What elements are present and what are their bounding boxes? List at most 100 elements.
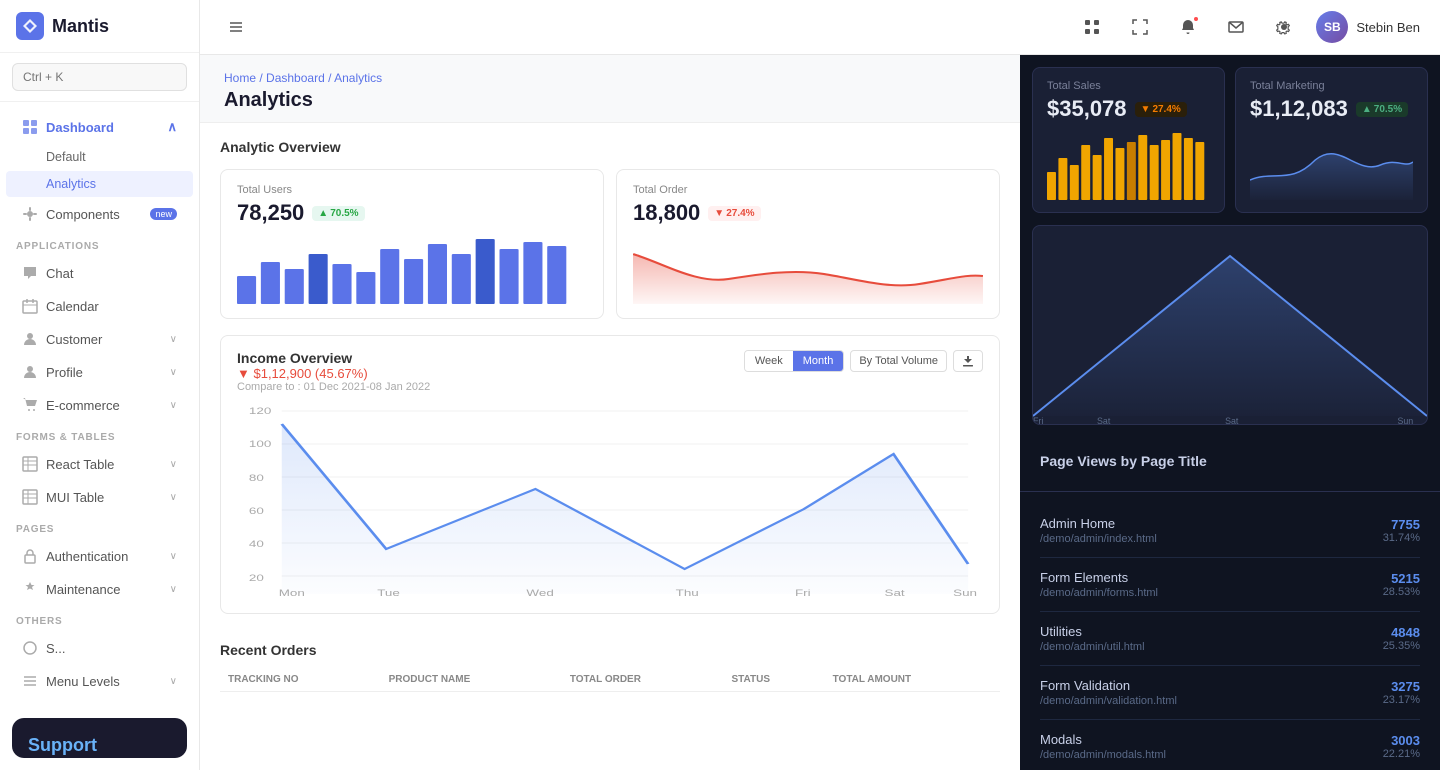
- page-view-info-1: Admin Home /demo/admin/index.html: [1040, 516, 1157, 545]
- hamburger-menu-button[interactable]: [220, 11, 252, 43]
- breadcrumb: Home / Dashboard / Analytics: [224, 71, 996, 85]
- section-label-others: Others: [0, 606, 199, 631]
- sidebar: Mantis Dashboard ∧ Default Analytics Com…: [0, 0, 200, 770]
- sidebar-item-menu-levels-label: Menu Levels: [46, 674, 120, 689]
- stat-label-order: Total Order: [633, 184, 983, 196]
- stat-label-users: Total Users: [237, 184, 587, 196]
- page-view-url-3: /demo/admin/util.html: [1040, 641, 1145, 653]
- sidebar-nav: Dashboard ∧ Default Analytics Components…: [0, 102, 199, 706]
- breadcrumb-dashboard[interactable]: Dashboard: [266, 71, 325, 85]
- page-view-name-4: Form Validation: [1040, 678, 1177, 693]
- page-view-url-5: /demo/admin/modals.html: [1040, 749, 1166, 761]
- topbar-left: [220, 11, 252, 43]
- page-view-pct-4: 23.17%: [1383, 694, 1420, 706]
- sidebar-item-profile-label: Profile: [46, 365, 83, 380]
- sidebar-item-dashboard[interactable]: Dashboard ∧: [6, 111, 193, 143]
- page-view-name-5: Modals: [1040, 732, 1166, 747]
- col-product: Product Name: [381, 668, 562, 692]
- month-button[interactable]: Month: [793, 351, 844, 371]
- page-view-pct-3: 25.35%: [1383, 640, 1420, 652]
- sidebar-item-menu-levels[interactable]: Menu Levels ∨: [6, 665, 193, 697]
- content-right: Total Sales $35,078 ▼ 27.4%: [1020, 55, 1440, 770]
- svg-text:120: 120: [249, 407, 271, 416]
- components-badge: new: [150, 208, 177, 220]
- sidebar-item-calendar[interactable]: Calendar: [6, 290, 193, 322]
- sidebar-item-mui-table[interactable]: MUI Table ∨: [6, 481, 193, 513]
- svg-text:60: 60: [249, 507, 264, 516]
- page-view-info-4: Form Validation /demo/admin/validation.h…: [1040, 678, 1177, 707]
- svg-text:80: 80: [249, 474, 264, 483]
- page-view-stats-3: 4848 25.35%: [1383, 625, 1420, 652]
- stat-card-total-order: Total Order 18,800 ▼ 27.4%: [616, 169, 1000, 319]
- sidebar-item-react-table[interactable]: React Table ∨: [6, 448, 193, 480]
- svg-text:20: 20: [249, 574, 264, 583]
- page-view-count-5: 3003: [1383, 733, 1420, 748]
- maintenance-chevron-icon: ∨: [170, 584, 177, 595]
- download-button[interactable]: [953, 350, 983, 372]
- analytic-overview-section: Analytic Overview Total Users 78,250 ▲ 7…: [200, 123, 1020, 335]
- content-left: Home / Dashboard / Analytics Analytics A…: [200, 55, 1020, 770]
- user-avatar-button[interactable]: SB Stebin Ben: [1316, 11, 1420, 43]
- sidebar-item-react-table-label: React Table: [46, 457, 114, 472]
- stat-value-order: 18,800: [633, 200, 700, 226]
- breadcrumb-home[interactable]: Home: [224, 71, 256, 85]
- mail-icon-button[interactable]: [1220, 11, 1252, 43]
- dashboard-chevron-icon: ∧: [167, 119, 177, 135]
- income-header: Income Overview ▼ $1,12,900 (45.67%) Com…: [237, 350, 983, 393]
- sidebar-item-sample[interactable]: S...: [6, 632, 193, 664]
- page-view-item-5: Modals /demo/admin/modals.html 3003 22.2…: [1040, 720, 1420, 770]
- avatar: SB: [1316, 11, 1348, 43]
- right-panel-header: Page Views by Page Title: [1020, 437, 1440, 492]
- week-button[interactable]: Week: [745, 351, 793, 371]
- col-tracking: Tracking No: [220, 668, 381, 692]
- sidebar-item-dashboard-label: Dashboard: [46, 120, 114, 135]
- sidebar-item-maintenance[interactable]: Maintenance ∨: [6, 573, 193, 605]
- chart-sales: [1047, 130, 1210, 200]
- stat-badge-order: ▼ 27.4%: [708, 206, 760, 221]
- sidebar-item-ecommerce[interactable]: E-commerce ∨: [6, 389, 193, 421]
- logo-icon: [16, 12, 44, 40]
- income-overview-section: Income Overview ▼ $1,12,900 (45.67%) Com…: [200, 335, 1020, 630]
- profile-chevron-icon: ∨: [170, 367, 177, 378]
- notification-icon-button[interactable]: [1172, 11, 1204, 43]
- sidebar-item-profile[interactable]: Profile ∨: [6, 356, 193, 388]
- sidebar-logo[interactable]: Mantis: [0, 0, 199, 53]
- page-view-pct-2: 28.53%: [1383, 586, 1420, 598]
- stat-label-sales: Total Sales: [1047, 80, 1210, 92]
- orders-table: Tracking No Product Name Total Order Sta…: [220, 668, 1000, 692]
- dark-income-chart: Fri Sat Sat Sun: [1020, 225, 1440, 437]
- sidebar-item-maintenance-label: Maintenance: [46, 582, 120, 597]
- stat-value-users: 78,250: [237, 200, 304, 226]
- svg-text:Sun: Sun: [953, 589, 977, 598]
- sidebar-item-analytics[interactable]: Analytics: [6, 171, 193, 197]
- svg-text:Tue: Tue: [377, 589, 400, 598]
- page-views-list: Admin Home /demo/admin/index.html 7755 3…: [1020, 492, 1440, 770]
- sidebar-item-authentication[interactable]: Authentication ∨: [6, 540, 193, 572]
- support-banner[interactable]: Support React 18: [12, 718, 187, 758]
- menu-levels-chevron-icon: ∨: [170, 676, 177, 687]
- mui-table-chevron-icon: ∨: [170, 492, 177, 503]
- sidebar-item-chat[interactable]: Chat: [6, 257, 193, 289]
- sidebar-item-components-label: Components: [46, 207, 120, 222]
- stat-card-total-marketing: Total Marketing $1,12,083 ▲ 70.5%: [1235, 67, 1428, 213]
- apps-icon-button[interactable]: [1076, 11, 1108, 43]
- page-view-stats-5: 3003 22.21%: [1383, 733, 1420, 760]
- sidebar-item-default[interactable]: Default: [6, 144, 193, 170]
- fullscreen-icon-button[interactable]: [1124, 11, 1156, 43]
- main-area: SB Stebin Ben Home / Dashboard / Analyti…: [200, 0, 1440, 770]
- income-card: Income Overview ▼ $1,12,900 (45.67%) Com…: [220, 335, 1000, 614]
- sidebar-item-components[interactable]: Components new: [6, 198, 193, 230]
- user-name: Stebin Ben: [1356, 20, 1420, 35]
- settings-icon-button[interactable]: [1268, 11, 1300, 43]
- breadcrumb-analytics: Analytics: [334, 71, 382, 85]
- page-view-stats-2: 5215 28.53%: [1383, 571, 1420, 598]
- stat-cards-grid: Total Users 78,250 ▲ 70.5%: [220, 169, 1000, 319]
- page-view-info-3: Utilities /demo/admin/util.html: [1040, 624, 1145, 653]
- volume-select[interactable]: By Total Volume: [850, 350, 947, 372]
- sidebar-item-customer[interactable]: Customer ∨: [6, 323, 193, 355]
- search-input[interactable]: [12, 63, 187, 91]
- search-area[interactable]: [0, 53, 199, 102]
- sidebar-item-ecommerce-label: E-commerce: [46, 398, 120, 413]
- chart-order: [633, 234, 983, 304]
- page-view-url-4: /demo/admin/validation.html: [1040, 695, 1177, 707]
